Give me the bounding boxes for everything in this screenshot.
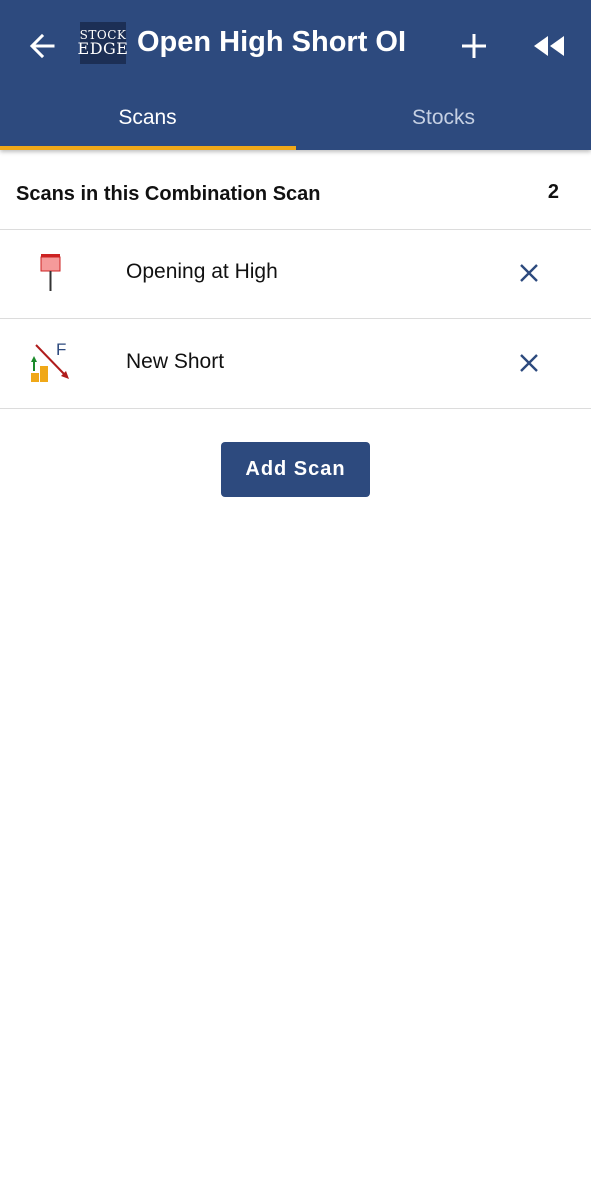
page-title: Open High Short OI (137, 26, 407, 58)
scan-row[interactable]: Opening at High (0, 229, 591, 319)
logo-line-2: EDGE (77, 39, 129, 58)
scan-label: New Short (126, 350, 225, 373)
section-header: Scans in this Combination Scan 2 (0, 165, 591, 230)
tab-scans[interactable]: Scans (0, 88, 295, 150)
futures-letter: F (56, 341, 66, 359)
app-bar: STOCK EDGE Open High Short OI Scans Stoc… (0, 0, 591, 150)
close-icon (520, 264, 538, 282)
tab-stocks[interactable]: Stocks (296, 88, 591, 150)
add-scan-button[interactable]: Add Scan (221, 442, 370, 497)
arrow-left-icon (29, 33, 55, 59)
candle-open-high-icon (40, 254, 61, 291)
plus-icon (462, 34, 486, 58)
rewind-button[interactable] (526, 24, 572, 68)
scan-row[interactable]: F New Short (0, 319, 591, 409)
back-button[interactable] (20, 24, 64, 68)
tab-indicator (0, 146, 296, 150)
scan-label: Opening at High (126, 260, 278, 283)
close-icon (520, 354, 538, 372)
section-title: Scans in this Combination Scan (16, 183, 321, 205)
stockedge-logo: STOCK EDGE (77, 22, 129, 64)
rewind-icon (534, 36, 564, 56)
remove-scan-button[interactable] (512, 256, 546, 290)
remove-scan-button[interactable] (512, 346, 546, 380)
scan-count: 2 (547, 181, 559, 203)
new-short-futures-icon: F (31, 341, 69, 382)
add-button[interactable] (452, 24, 496, 68)
